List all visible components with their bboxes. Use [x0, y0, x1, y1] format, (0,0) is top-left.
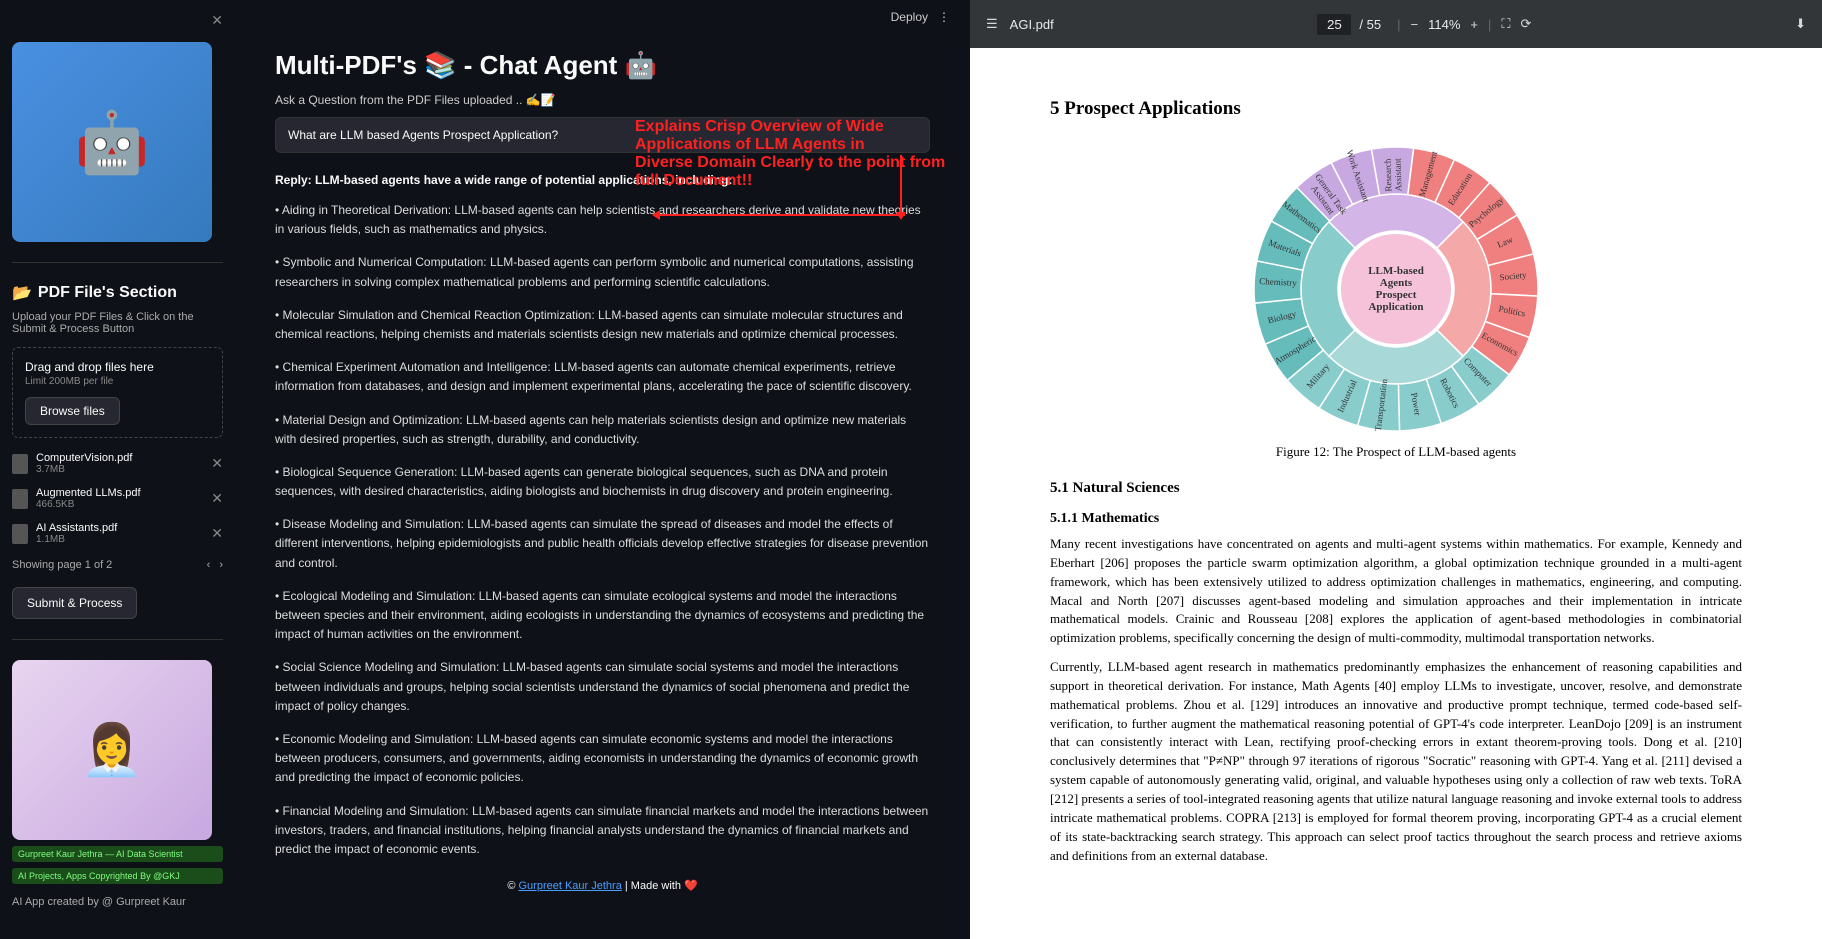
reply-bullets: • Aiding in Theoretical Derivation: LLM-… [275, 201, 930, 859]
question-input[interactable] [275, 117, 930, 153]
pdf-heading-3: 5.1.1 Mathematics [1050, 511, 1742, 527]
badge: Gurpreet Kaur Jethra — AI Data Scientist [12, 846, 223, 862]
zoom-level: 114% [1428, 17, 1460, 32]
chart-segment-label: Research Assistant [1382, 145, 1403, 205]
main-content: Deploy ⋮ Multi-PDF's 📚 - Chat Agent 🤖 As… [235, 0, 970, 939]
page-number-input[interactable] [1317, 14, 1351, 35]
divider [12, 262, 223, 263]
page-next-icon[interactable]: › [219, 559, 223, 571]
folder-icon: 📂 [12, 283, 32, 303]
reply-bullet: • Disease Modeling and Simulation: LLM-b… [275, 515, 930, 573]
page-total: / 55 [1359, 17, 1381, 32]
file-item: ComputerVision.pdf3.7MB ✕ [12, 446, 223, 481]
menu-icon[interactable]: ☰ [986, 16, 998, 32]
profile-image: 👩‍💼 [12, 660, 212, 840]
pdf-page[interactable]: 5 Prospect Applications LLM-based Agents… [970, 48, 1822, 939]
file-name: Augmented LLMs.pdf [36, 487, 203, 499]
footer-credit: © Gurpreet Kaur Jethra | Made with ❤️ [275, 879, 930, 892]
kebab-menu-icon[interactable]: ⋮ [938, 10, 950, 24]
fit-page-icon[interactable]: ⛶ [1501, 16, 1510, 32]
file-size: 1.1MB [36, 534, 203, 545]
section-title-text: PDF File's Section [38, 284, 177, 302]
file-item: AI Assistants.pdf1.1MB ✕ [12, 516, 223, 551]
reply-bullet: • Ecological Modeling and Simulation: LL… [275, 587, 930, 645]
divider [12, 639, 223, 640]
pdf-heading-1: 5 Prospect Applications [1050, 98, 1742, 120]
reply-bullet: • Aiding in Theoretical Derivation: LLM-… [275, 201, 930, 239]
sidebar: ✕ 🤖 📂 PDF File's Section Upload your PDF… [0, 0, 235, 939]
paging-text: Showing page 1 of 2 [12, 559, 112, 571]
sunburst-chart: LLM-based Agents Prospect Application Re… [1251, 144, 1541, 434]
file-list: ComputerVision.pdf3.7MB✕Augmented LLMs.p… [12, 446, 223, 551]
pdf-figure: LLM-based Agents Prospect Application Re… [1050, 144, 1742, 460]
pdf-toolbar: ☰ AGI.pdf / 55 | − 114% + | ⛶ ⟳ ⬇ [970, 0, 1822, 48]
dropzone-title: Drag and drop files here [25, 360, 210, 374]
file-paging: Showing page 1 of 2 ‹ › [12, 559, 223, 571]
file-size: 466.5KB [36, 499, 203, 510]
badge: AI Projects, Apps Copyrighted By @GKJ [12, 868, 223, 884]
deploy-button[interactable]: Deploy [891, 10, 928, 24]
subtitle: Ask a Question from the PDF Files upload… [275, 93, 930, 107]
remove-file-icon[interactable]: ✕ [211, 525, 223, 542]
sidebar-footer: AI App created by @ Gurpreet Kaur [12, 896, 223, 908]
badge-row: Gurpreet Kaur Jethra — AI Data Scientist [12, 846, 223, 862]
reply-bullet: • Material Design and Optimization: LLM-… [275, 411, 930, 449]
page-prev-icon[interactable]: ‹ [207, 559, 211, 571]
file-icon [12, 524, 28, 544]
zoom-out-icon[interactable]: − [1411, 17, 1419, 32]
remove-file-icon[interactable]: ✕ [211, 455, 223, 472]
reply-bullet: • Molecular Simulation and Chemical Reac… [275, 306, 930, 344]
figure-caption: Figure 12: The Prospect of LLM-based age… [1050, 444, 1742, 460]
reply-heading: Reply: LLM-based agents have a wide rang… [275, 173, 930, 187]
pdf-filename: AGI.pdf [1010, 17, 1054, 32]
close-icon[interactable]: ✕ [211, 12, 223, 29]
chart-center: LLM-based Agents Prospect Application [1341, 234, 1451, 344]
file-size: 3.7MB [36, 464, 203, 475]
rotate-icon[interactable]: ⟳ [1520, 16, 1531, 32]
remove-file-icon[interactable]: ✕ [211, 490, 223, 507]
page-title: Multi-PDF's 📚 - Chat Agent 🤖 [275, 50, 930, 81]
pdf-paragraph: Many recent investigations have concentr… [1050, 535, 1742, 648]
section-title: 📂 PDF File's Section [12, 283, 223, 303]
file-item: Augmented LLMs.pdf466.5KB ✕ [12, 481, 223, 516]
file-name: AI Assistants.pdf [36, 522, 203, 534]
reply-bullet: • Symbolic and Numerical Computation: LL… [275, 253, 930, 291]
file-name: ComputerVision.pdf [36, 452, 203, 464]
file-icon [12, 454, 28, 474]
hero-image: 🤖 [12, 42, 212, 242]
file-dropzone[interactable]: Drag and drop files here Limit 200MB per… [12, 347, 223, 438]
reply-bullet: • Financial Modeling and Simulation: LLM… [275, 802, 930, 860]
dropzone-sub: Limit 200MB per file [25, 376, 210, 387]
pdf-paragraph: Currently, LLM-based agent research in m… [1050, 658, 1742, 865]
reply-bullet: • Economic Modeling and Simulation: LLM-… [275, 730, 930, 788]
credit-link[interactable]: Gurpreet Kaur Jethra [518, 880, 621, 892]
section-desc: Upload your PDF Files & Click on the Sub… [12, 311, 223, 335]
reply-bullet: • Biological Sequence Generation: LLM-ba… [275, 463, 930, 501]
browse-button[interactable]: Browse files [25, 397, 120, 425]
pdf-viewer: ☰ AGI.pdf / 55 | − 114% + | ⛶ ⟳ ⬇ 5 Pros… [970, 0, 1822, 939]
pdf-heading-2: 5.1 Natural Sciences [1050, 480, 1742, 497]
file-icon [12, 489, 28, 509]
zoom-in-icon[interactable]: + [1470, 17, 1478, 32]
reply-bullet: • Social Science Modeling and Simulation… [275, 658, 930, 716]
download-icon[interactable]: ⬇ [1795, 16, 1806, 32]
reply-bullet: • Chemical Experiment Automation and Int… [275, 358, 930, 396]
submit-button[interactable]: Submit & Process [12, 587, 137, 619]
badge-row: AI Projects, Apps Copyrighted By @GKJ [12, 868, 223, 884]
